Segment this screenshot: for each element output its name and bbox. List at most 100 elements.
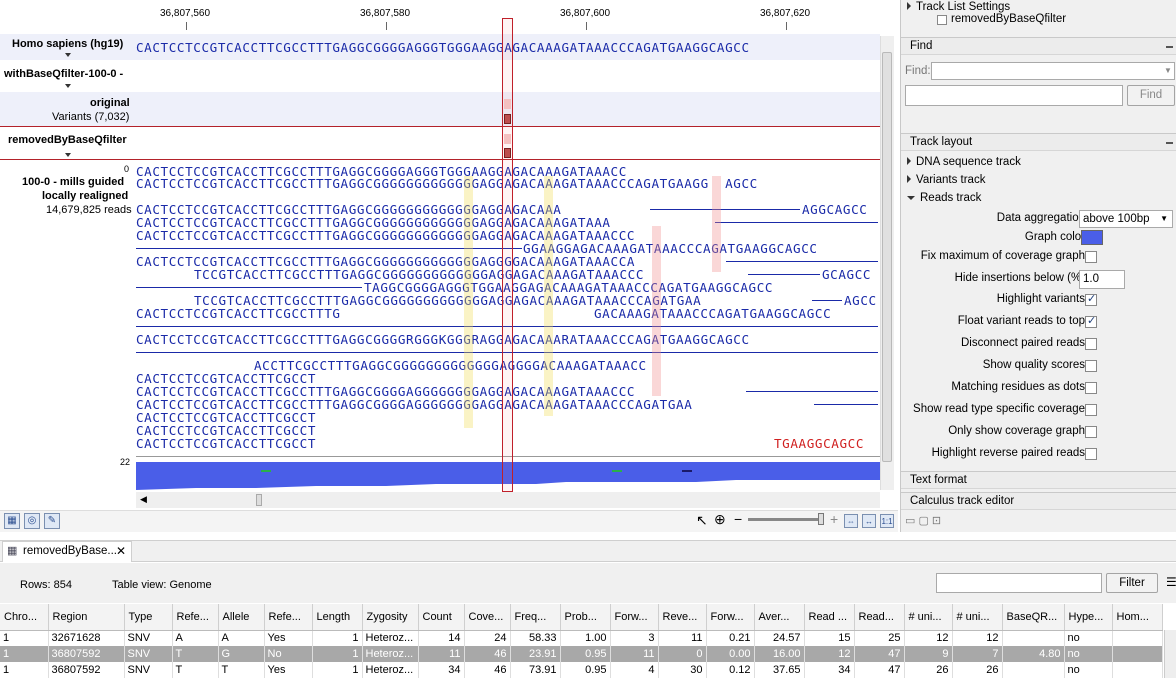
column-header[interactable]: Refe...	[264, 604, 313, 631]
view-toolbar	[0, 510, 898, 532]
reference-track-name[interactable]: Homo sapiens (hg19)	[12, 38, 123, 50]
settings-view-icon[interactable]: ◎	[24, 513, 40, 529]
find-section-header[interactable]: Find	[901, 37, 1176, 55]
zoom-in-icon[interactable]: ⊕	[714, 511, 726, 528]
column-header[interactable]: Length	[312, 604, 363, 631]
table-cell	[1112, 662, 1163, 678]
original-variants-track[interactable]	[0, 92, 880, 126]
zoom-plus-icon[interactable]: +	[830, 511, 838, 527]
column-header[interactable]: Forw...	[706, 604, 755, 631]
matching-dots-checkbox[interactable]	[1085, 382, 1097, 394]
table-row[interactable]: 1 32671628 SNV A A Yes 1 Heteroz... 14 24 58.33 1.0…	[0, 630, 1163, 646]
variants-table[interactable]: Chro... Region Type Refe... Allele Refe... Len…	[0, 604, 1176, 678]
removed-variants-track[interactable]	[0, 127, 880, 159]
original-track-name[interactable]: original	[90, 97, 130, 109]
fix-max-checkbox[interactable]	[1085, 251, 1097, 263]
filter-button[interactable]: Filter	[1106, 573, 1158, 593]
table-cell: Heteroz...	[362, 662, 419, 678]
column-header[interactable]: BaseQR...	[1002, 604, 1065, 631]
minimize-all-icon[interactable]: ▭ ▢ ⊡	[905, 514, 941, 527]
track-menu-icon[interactable]	[65, 84, 71, 88]
zoom-slider[interactable]	[748, 518, 824, 521]
hide-insertions-input[interactable]: 1.0	[1079, 270, 1125, 289]
filter-track-name[interactable]: withBaseQfilter-100-0 -	[4, 68, 123, 80]
column-header[interactable]: Refe...	[172, 604, 219, 631]
variants-track-toggle[interactable]: Variants track	[907, 174, 985, 186]
table-vertical-scrollbar[interactable]	[1164, 630, 1176, 678]
column-header[interactable]: # uni...	[952, 604, 1003, 631]
column-header[interactable]: Read...	[854, 604, 905, 631]
column-header[interactable]: Zygosity	[362, 604, 419, 631]
filter-track[interactable]	[0, 61, 880, 91]
column-header[interactable]: Region	[48, 604, 125, 631]
column-header[interactable]: Hype...	[1064, 604, 1113, 631]
track-menu-icon[interactable]	[65, 53, 71, 57]
column-header[interactable]: # uni...	[904, 604, 953, 631]
vertical-scroll-thumb[interactable]	[882, 52, 892, 462]
column-header[interactable]: Read ...	[804, 604, 855, 631]
table-cell: 47	[854, 646, 905, 662]
calculus-editor-header[interactable]: Calculus track editor	[901, 492, 1176, 510]
track-layout-header[interactable]: Track layout	[901, 133, 1176, 151]
zoom-slider-handle[interactable]	[818, 513, 824, 525]
column-menu-icon[interactable]: ☰	[1166, 575, 1176, 589]
table-cell: SNV	[124, 646, 173, 662]
chevron-down-icon[interactable]: ▼	[1164, 66, 1172, 75]
column-header[interactable]: Allele	[218, 604, 265, 631]
find-button[interactable]: Find	[1127, 85, 1175, 106]
selected-position-column[interactable]	[502, 18, 513, 492]
track-visibility-checkbox[interactable]	[937, 15, 947, 25]
disconnect-pairs-checkbox[interactable]	[1085, 338, 1097, 350]
column-header[interactable]: Type	[124, 604, 173, 631]
minimize-icon[interactable]	[1166, 142, 1173, 144]
find-combobox[interactable]	[931, 62, 1175, 80]
zoom-out-icon[interactable]: −	[734, 511, 742, 527]
pointer-mode-icon[interactable]: ↖	[696, 512, 708, 529]
chevron-down-icon: ▼	[1160, 214, 1168, 223]
column-header[interactable]: Hom...	[1112, 604, 1163, 631]
only-coverage-checkbox[interactable]	[1085, 426, 1097, 438]
track-menu-icon[interactable]	[65, 153, 71, 157]
column-header[interactable]: Cove...	[464, 604, 511, 631]
dna-track-toggle[interactable]: DNA sequence track	[907, 156, 1021, 168]
column-header[interactable]: Forw...	[610, 604, 659, 631]
zoom-width-icon[interactable]: ↔	[862, 514, 876, 528]
close-icon[interactable]: ✕	[116, 542, 126, 561]
removed-track-name[interactable]: removedByBaseQfilter	[8, 134, 127, 146]
zoom-base-icon[interactable]: 1:1	[880, 514, 894, 528]
find-input[interactable]	[905, 85, 1123, 106]
column-header[interactable]: Aver...	[754, 604, 805, 631]
show-quality-checkbox[interactable]	[1085, 360, 1097, 372]
column-header[interactable]: Prob...	[560, 604, 611, 631]
read-type-coverage-checkbox[interactable]	[1085, 404, 1097, 416]
zoom-fit-icon[interactable]: ⇔	[844, 514, 858, 528]
read: AGCC	[844, 293, 877, 308]
graph-color-swatch[interactable]	[1081, 230, 1103, 245]
table-cell: 46	[464, 646, 511, 662]
column-header[interactable]: Count	[418, 604, 465, 631]
table-cell: no	[1064, 646, 1113, 662]
horizontal-scrollbar[interactable]	[136, 492, 880, 508]
reads-track-toggle[interactable]: Reads track	[907, 192, 981, 204]
track-view-icon[interactable]: ▦	[4, 513, 20, 529]
minimize-icon[interactable]	[1166, 46, 1173, 48]
table-row[interactable]: 1 36807592 SNV T G No 1 Heteroz... 11 46 23.91 0.95…	[0, 646, 1163, 662]
table-tab[interactable]: ▦ removedByBase... ✕	[2, 541, 132, 562]
history-icon[interactable]: ✎	[44, 513, 60, 529]
highlight-reverse-checkbox[interactable]	[1085, 448, 1097, 460]
track-view[interactable]: 36,807,560 36,807,580 36,807,600 36,807,…	[0, 0, 898, 532]
table-filter-input[interactable]	[936, 573, 1102, 593]
text-format-header[interactable]: Text format	[901, 471, 1176, 489]
column-header[interactable]: Freq...	[510, 604, 561, 631]
float-variant-checkbox[interactable]	[1085, 314, 1097, 328]
data-aggregation-select[interactable]: above 100bp ▼	[1079, 210, 1173, 228]
column-header[interactable]: Chro...	[0, 604, 49, 631]
column-header[interactable]: Reve...	[658, 604, 707, 631]
reads-track-name[interactable]: 100-0 - mills guided	[22, 176, 124, 188]
scroll-left-icon[interactable]: ◀	[140, 494, 147, 505]
highlight-variants-checkbox[interactable]	[1085, 292, 1097, 306]
table-tab-label: removedByBase...	[23, 545, 117, 557]
horizontal-scroll-thumb[interactable]	[256, 494, 262, 506]
table-row[interactable]: 1 36807592 SNV T T Yes 1 Heteroz... 34 46 73.91 0.9…	[0, 662, 1163, 678]
track-list-settings-toggle[interactable]: Track List Settings	[907, 1, 1010, 13]
